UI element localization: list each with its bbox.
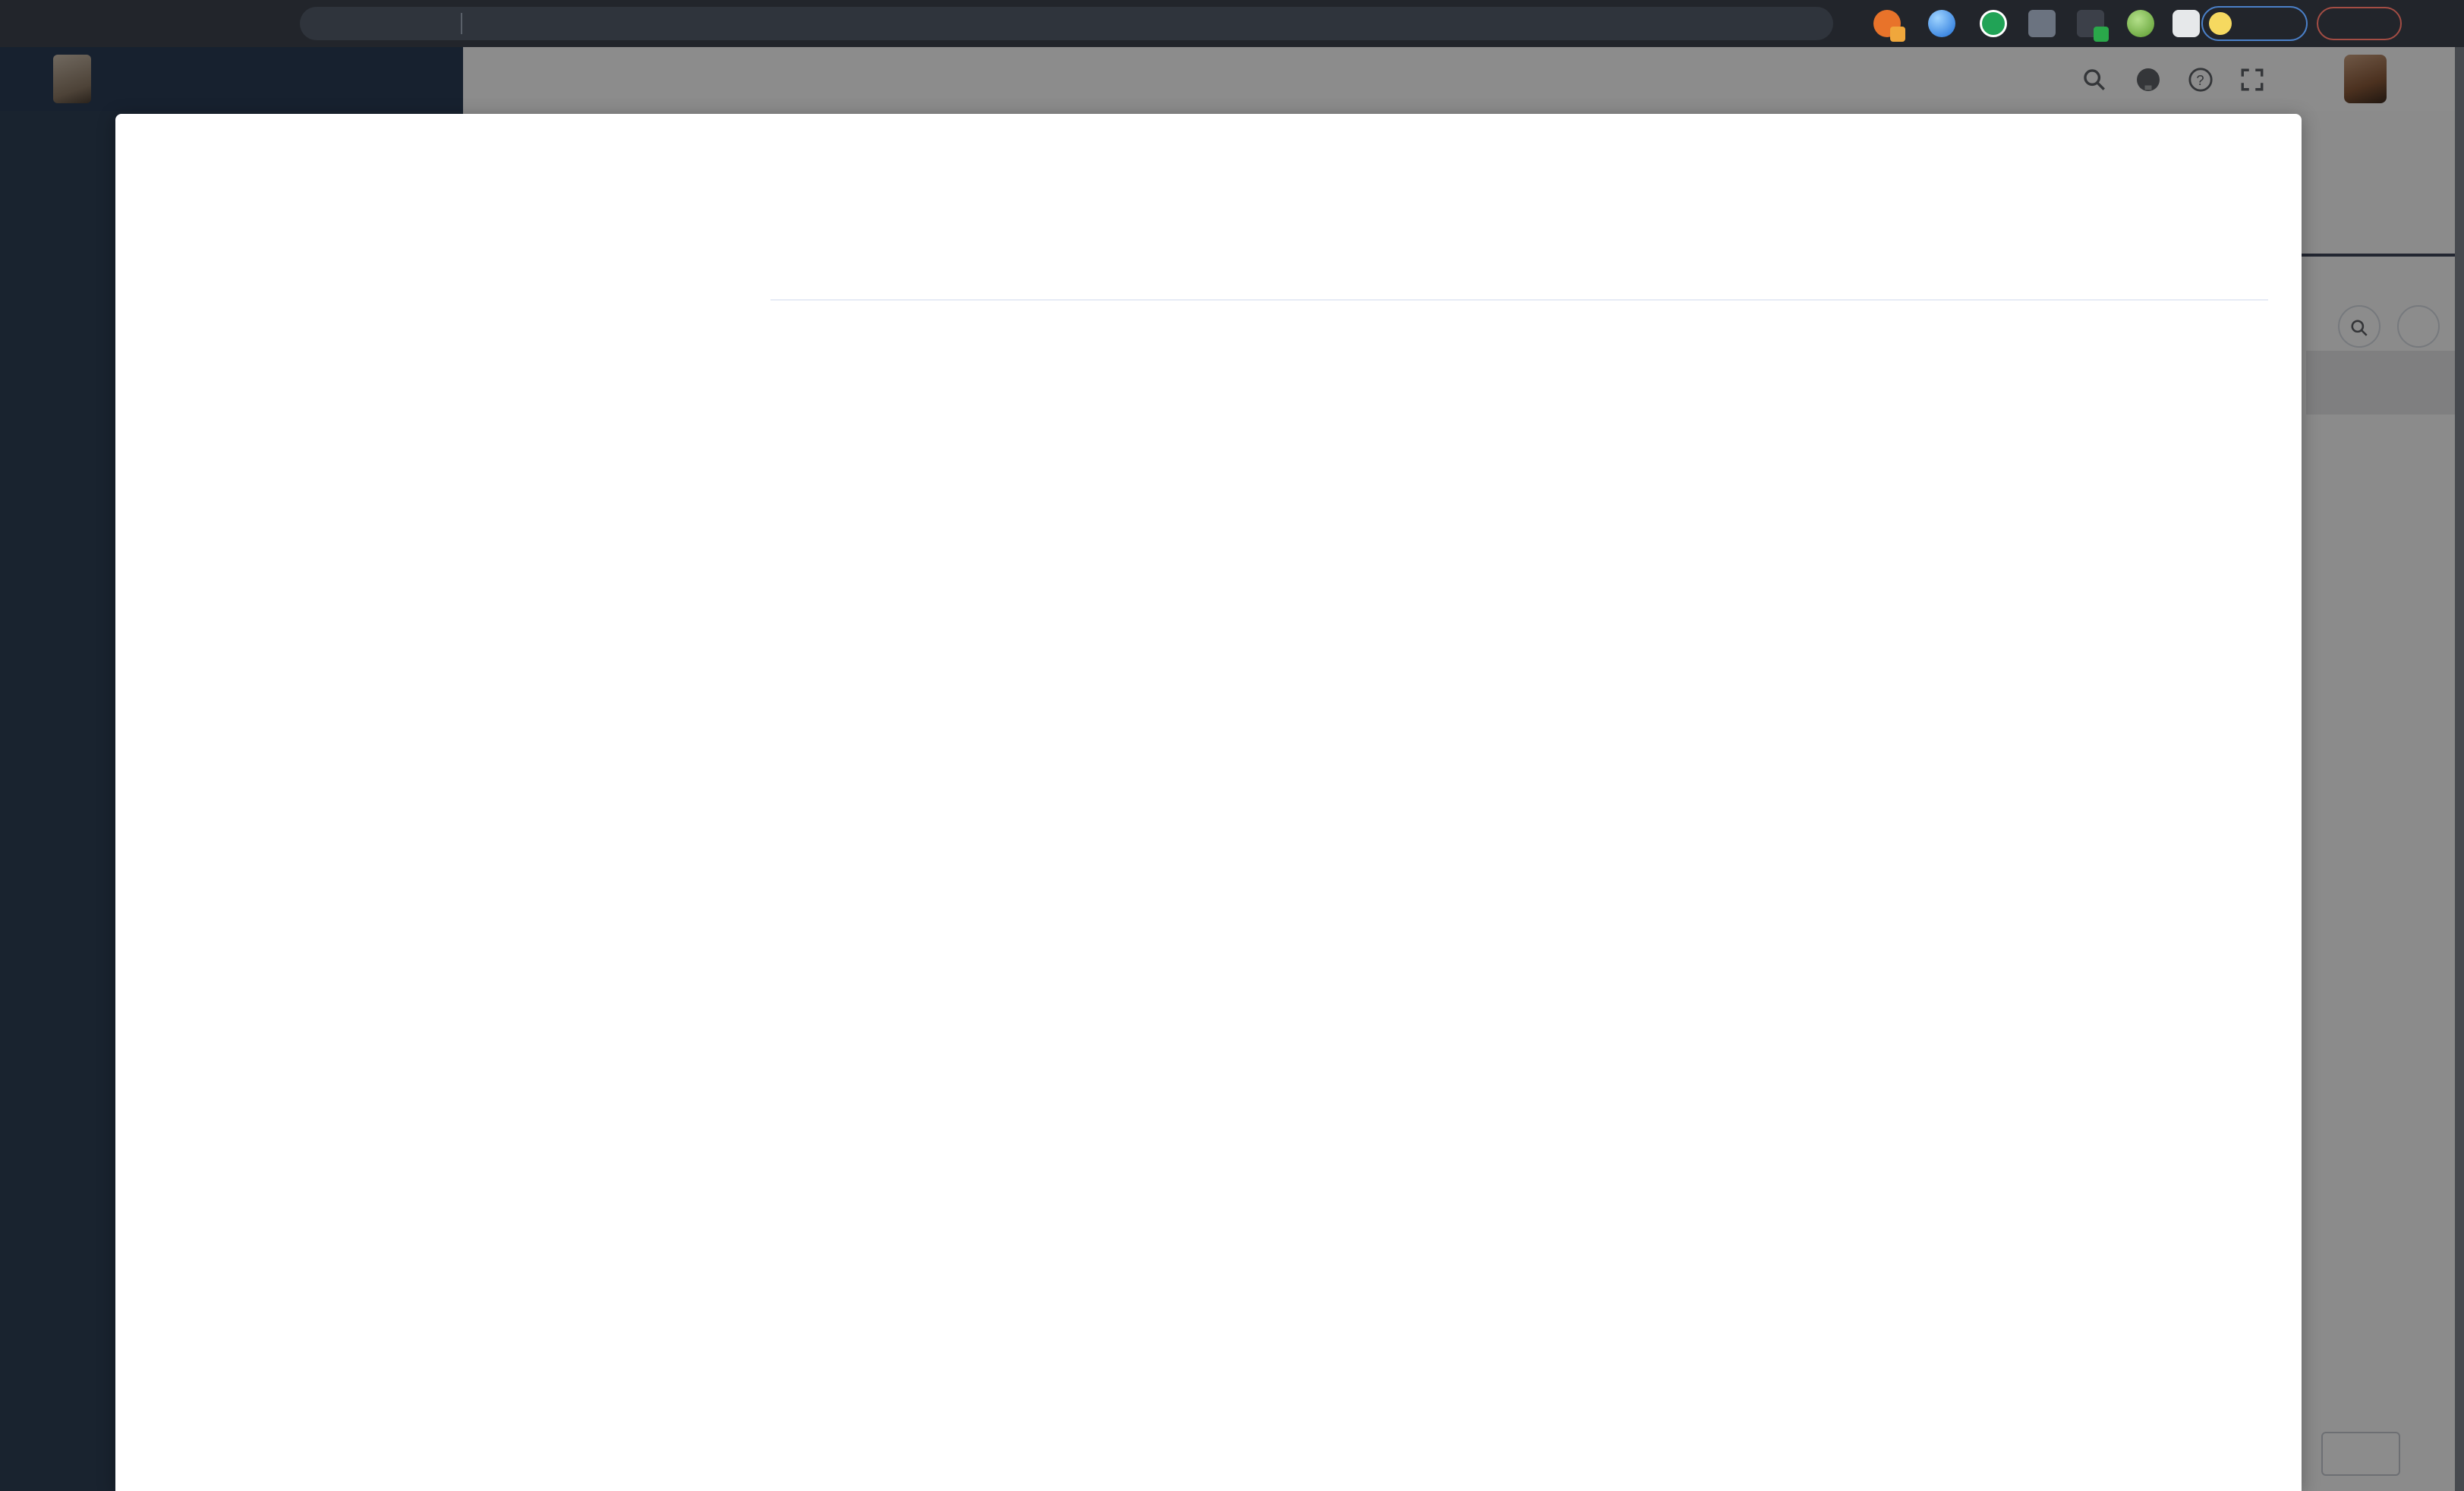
extension-icon-list[interactable] [2077,10,2104,37]
browser-update-button[interactable] [2317,7,2402,40]
extension-badge [1890,27,1905,42]
extension-icon-green-v[interactable] [1980,10,2007,37]
extension-on-badge [2094,27,2109,42]
profile-emoji-avatar [2209,12,2232,35]
browser-forward-icon[interactable] [58,0,96,47]
extensions-puzzle-icon[interactable] [2173,10,2200,37]
extension-icon-plant[interactable] [2127,10,2154,37]
profile-paused-pill[interactable] [2201,6,2308,41]
extension-icon-orange[interactable] [1873,10,1901,37]
extension-icon-blue-drop[interactable] [1928,10,1955,37]
address-divider [461,13,462,34]
browser-reload-icon[interactable] [108,0,146,47]
browser-chrome [0,0,2464,47]
browser-home-icon[interactable] [158,0,196,47]
page-scrollbar[interactable] [2455,47,2464,1491]
address-bar[interactable] [300,7,1833,40]
extension-icon-squares[interactable] [2028,10,2056,37]
file-tabs-bar [770,255,2268,301]
code-preview-modal [115,114,2302,1491]
browser-back-icon[interactable] [8,0,46,47]
file-tabs [802,255,2229,301]
